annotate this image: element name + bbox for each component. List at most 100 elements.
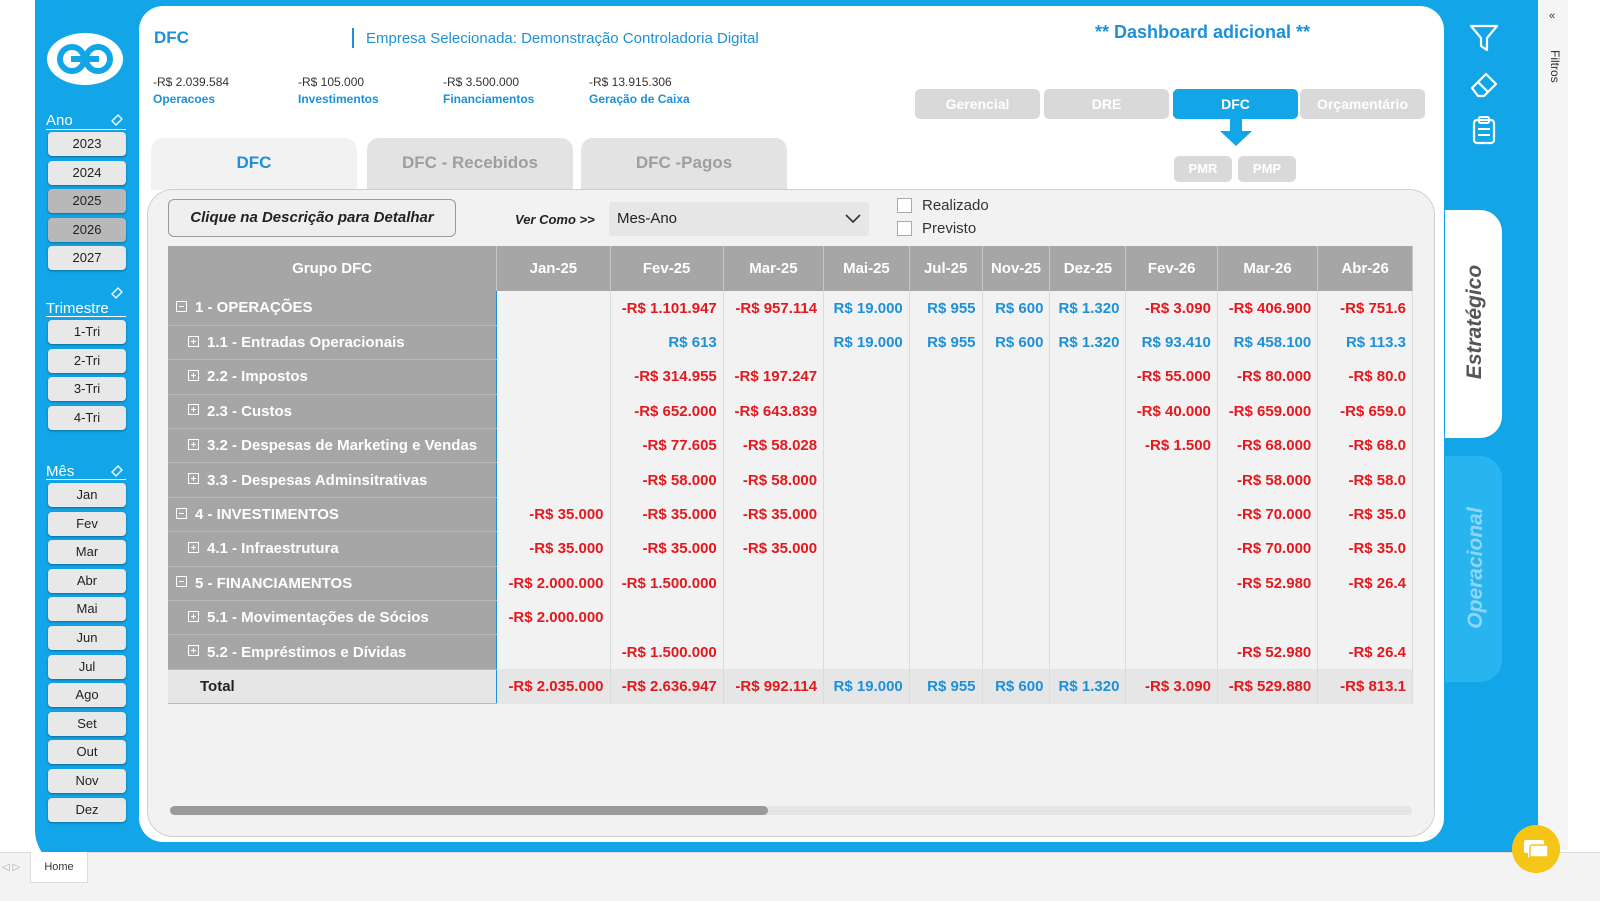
trimestre-slicer-item[interactable]: 2-Tri — [48, 348, 126, 373]
matrix-row-header[interactable]: 1.1 - Entradas Operacionais — [168, 325, 498, 361]
matrix-row-header[interactable]: 5.2 - Empréstimos e Dívidas — [168, 634, 498, 670]
matrix-row-label: 4 - INVESTIMENTOS — [195, 506, 339, 524]
expand-icon[interactable] — [188, 438, 199, 450]
collapse-icon[interactable] — [176, 507, 187, 519]
matrix-row-header[interactable]: 5.1 - Movimentações de Sócios — [168, 600, 498, 636]
nav-dre-button[interactable]: DRE — [1044, 89, 1169, 119]
ver-como-dropdown[interactable]: Mes-Ano — [609, 202, 869, 236]
mes-slicer-item[interactable]: Mai — [48, 597, 126, 622]
mes-slicer-item[interactable]: Fev — [48, 511, 126, 536]
mes-slicer-item[interactable]: Jul — [48, 654, 126, 679]
ano-slicer-item[interactable]: 2027 — [48, 246, 126, 271]
mes-slicer-item[interactable]: Abr — [48, 568, 126, 593]
matrix-cell — [1049, 566, 1127, 601]
horizontal-scrollbar-thumb[interactable] — [170, 806, 768, 815]
matrix-column-header[interactable]: Dez-25 — [1049, 246, 1127, 291]
side-tab-operacional-label: Operacional — [1464, 507, 1487, 629]
expand-icon[interactable] — [188, 370, 199, 381]
matrix-cell — [823, 394, 910, 429]
matrix-cell — [610, 600, 724, 635]
nav-orcamentario-button[interactable]: Orçamentário — [1300, 89, 1425, 119]
clear-ano-eraser-icon[interactable] — [110, 112, 124, 126]
matrix-column-header[interactable]: Jul-25 — [909, 246, 983, 291]
matrix-row-header[interactable]: 2.2 - Impostos — [168, 359, 498, 395]
matrix-cell: -R$ 52.980 — [1217, 566, 1319, 601]
matrix-cell: R$ 613 — [610, 325, 724, 360]
mes-slicer-item[interactable]: Out — [48, 740, 126, 765]
trimestre-slicer-item[interactable]: 1-Tri — [48, 320, 126, 344]
clear-trimestre-eraser-icon[interactable] — [110, 285, 124, 299]
nav-pmp-button[interactable]: PMP — [1238, 156, 1296, 182]
ano-slicer-item[interactable]: 2025 — [48, 189, 126, 214]
side-tab-estrategico[interactable]: Estratégico — [1445, 210, 1502, 438]
matrix-column-header[interactable]: Mar-25 — [723, 246, 825, 291]
matrix-column-header[interactable]: Fev-26 — [1125, 246, 1218, 291]
matrix-row-header[interactable]: 4 - INVESTIMENTOS — [168, 497, 498, 533]
matrix-row-header[interactable]: 5 - FINANCIAMENTOS — [168, 566, 498, 602]
previsto-checkbox[interactable] — [897, 221, 912, 236]
page-tab-home[interactable]: Home — [30, 852, 88, 883]
expand-icon[interactable] — [188, 473, 199, 485]
filter-icon[interactable] — [1468, 22, 1500, 54]
matrix-row-header[interactable]: 2.3 - Custos — [168, 394, 498, 430]
nav-pmr-button[interactable]: PMR — [1174, 156, 1232, 182]
matrix-row-header[interactable]: 3.2 - Despesas de Marketing e Vendas — [168, 428, 498, 464]
page-nav-arrows[interactable]: ◁ ▷ — [2, 862, 20, 873]
matrix-column-header[interactable]: Mai-25 — [823, 246, 910, 291]
mes-slicer-item[interactable]: Ago — [48, 683, 126, 708]
matrix-row-header[interactable]: 3.3 - Despesas Adminsitrativas — [168, 462, 498, 498]
tab-dfc[interactable]: DFC — [151, 138, 357, 190]
clipboard-icon[interactable] — [1468, 114, 1500, 146]
matrix-header-row: Grupo DFC Jan-25 Fev-25 Mar-25 Mai-25 Jul-25 N… — [168, 246, 1413, 291]
mes-slicer-item[interactable]: Dez — [48, 797, 126, 822]
tab-dfc-recebidos[interactable]: DFC - Recebidos — [367, 138, 573, 190]
nav-gerencial-button[interactable]: Gerencial — [915, 89, 1040, 119]
collapse-icon[interactable] — [176, 576, 187, 588]
matrix-cell: -R$ 35.000 — [723, 497, 825, 532]
collapse-filters-icon[interactable]: « — [1549, 10, 1555, 22]
matrix-group-header[interactable]: Grupo DFC — [168, 246, 498, 291]
expand-icon[interactable] — [188, 404, 199, 416]
mes-slicer-item[interactable]: Jun — [48, 626, 126, 650]
matrix-row-header[interactable]: 1 - OPERAÇÕES — [168, 291, 498, 326]
matrix-cell — [982, 359, 1051, 395]
matrix-cell: -R$ 58.000 — [1217, 462, 1319, 498]
trimestre-slicer-item[interactable]: 4-Tri — [48, 405, 126, 430]
matrix-total-cell: -R$ 813.1 — [1317, 669, 1413, 704]
matrix-cell — [982, 462, 1051, 498]
ano-slicer-item[interactable]: 2026 — [48, 217, 126, 242]
filters-pane-label[interactable]: Filtros — [1548, 50, 1562, 83]
clear-mes-eraser-icon[interactable] — [110, 463, 124, 477]
matrix-total-cell: -R$ 2.636.947 — [610, 669, 724, 704]
expand-icon[interactable] — [188, 541, 199, 553]
ano-slicer-item[interactable]: 2023 — [48, 132, 126, 156]
matrix-column-header[interactable]: Jan-25 — [496, 246, 611, 291]
matrix-cell — [909, 531, 983, 567]
chat-icon[interactable] — [1512, 825, 1560, 873]
matrix-column-header[interactable]: Fev-25 — [610, 246, 724, 291]
mes-slicer-item[interactable]: Nov — [48, 769, 126, 793]
tab-dfc-pagos[interactable]: DFC -Pagos — [581, 138, 787, 190]
matrix-cell: -R$ 659.000 — [1217, 394, 1319, 429]
matrix-cell — [1049, 462, 1127, 498]
eraser-icon[interactable] — [1468, 68, 1500, 100]
expand-icon[interactable] — [188, 645, 199, 657]
matrix-cell: -R$ 1.500 — [1125, 428, 1218, 463]
matrix-column-header[interactable]: Abr-26 — [1317, 246, 1413, 291]
collapse-icon[interactable] — [176, 300, 187, 312]
trimestre-slicer-item[interactable]: 3-Tri — [48, 377, 126, 402]
matrix-row-header[interactable]: 4.1 - Infraestrutura — [168, 531, 498, 567]
mes-slicer-item[interactable]: Mar — [48, 540, 126, 565]
expand-icon[interactable] — [188, 610, 199, 622]
mes-slicer-item[interactable]: Jan — [48, 483, 126, 507]
detail-hint-button[interactable]: Clique na Descrição para Detalhar — [168, 199, 456, 237]
expand-icon[interactable] — [188, 335, 199, 347]
matrix-column-header[interactable]: Mar-26 — [1217, 246, 1319, 291]
mes-slicer-item[interactable]: Set — [48, 711, 126, 736]
ano-slicer-item[interactable]: 2024 — [48, 160, 126, 185]
nav-dfc-button[interactable]: DFC — [1173, 89, 1298, 119]
matrix-column-header[interactable]: Nov-25 — [982, 246, 1051, 291]
side-tab-operacional[interactable]: Operacional — [1445, 456, 1502, 682]
matrix-cell: -R$ 659.0 — [1317, 394, 1413, 429]
realizado-checkbox[interactable] — [897, 198, 912, 213]
